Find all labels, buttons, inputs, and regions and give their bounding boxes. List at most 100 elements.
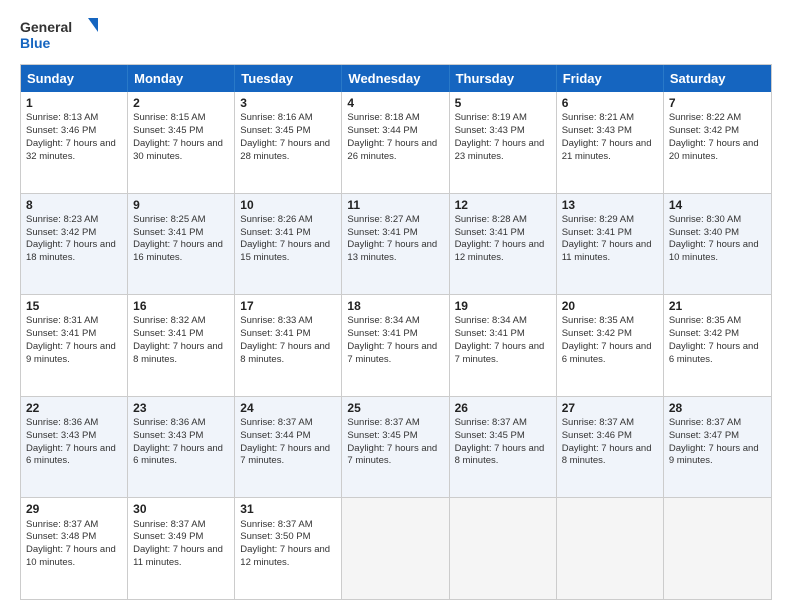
sunrise-text: Sunrise: 8:37 AM [347, 417, 419, 428]
sunrise-text: Sunrise: 8:19 AM [455, 112, 527, 123]
sunset-text: Sunset: 3:42 PM [669, 328, 739, 339]
sunrise-text: Sunrise: 8:23 AM [26, 214, 98, 225]
day-cell-4: 4Sunrise: 8:18 AMSunset: 3:44 PMDaylight… [342, 92, 449, 193]
daylight-text: Daylight: 7 hours and 26 minutes. [347, 138, 437, 162]
day-cell-31: 31Sunrise: 8:37 AMSunset: 3:50 PMDayligh… [235, 498, 342, 599]
sunset-text: Sunset: 3:41 PM [562, 227, 632, 238]
daylight-text: Daylight: 7 hours and 7 minutes. [455, 341, 545, 365]
daylight-text: Daylight: 7 hours and 7 minutes. [347, 341, 437, 365]
sunset-text: Sunset: 3:41 PM [455, 328, 525, 339]
sunset-text: Sunset: 3:43 PM [455, 125, 525, 136]
sunset-text: Sunset: 3:43 PM [26, 430, 96, 441]
sunrise-text: Sunrise: 8:37 AM [133, 519, 205, 530]
calendar-row-1: 1Sunrise: 8:13 AMSunset: 3:46 PMDaylight… [21, 92, 771, 193]
day-cell-27: 27Sunrise: 8:37 AMSunset: 3:46 PMDayligh… [557, 397, 664, 498]
daylight-text: Daylight: 7 hours and 10 minutes. [26, 544, 116, 568]
sunrise-text: Sunrise: 8:16 AM [240, 112, 312, 123]
day-number: 10 [240, 197, 336, 213]
day-cell-5: 5Sunrise: 8:19 AMSunset: 3:43 PMDaylight… [450, 92, 557, 193]
sunrise-text: Sunrise: 8:37 AM [240, 519, 312, 530]
sunrise-text: Sunrise: 8:22 AM [669, 112, 741, 123]
sunset-text: Sunset: 3:46 PM [562, 430, 632, 441]
day-number: 13 [562, 197, 658, 213]
day-cell-25: 25Sunrise: 8:37 AM Sunset: 3:45 PM Dayligh… [342, 397, 449, 498]
calendar-header: SundayMondayTuesdayWednesdayThursdayFrid… [21, 65, 771, 92]
sunset-text: Sunset: 3:43 PM [562, 125, 632, 136]
sunrise-text: Sunrise: 8:35 AM [669, 315, 741, 326]
svg-text:Blue: Blue [20, 35, 51, 51]
day-cell-14: 14Sunrise: 8:30 AMSunset: 3:40 PMDayligh… [664, 194, 771, 295]
sunrise-text: Sunrise: 8:34 AM [455, 315, 527, 326]
day-cell-22: 22Sunrise: 8:36 AMSunset: 3:43 PMDayligh… [21, 397, 128, 498]
weekday-header-wednesday: Wednesday [342, 65, 449, 92]
weekday-header-sunday: Sunday [21, 65, 128, 92]
day-cell-21: 21Sunrise: 8:35 AMSunset: 3:42 PMDayligh… [664, 295, 771, 396]
day-cell-15: 15Sunrise: 8:31 AMSunset: 3:41 PMDayligh… [21, 295, 128, 396]
day-number: 30 [133, 501, 229, 517]
sunset-text: Sunset: 3:49 PM [133, 531, 203, 542]
sunrise-text: Sunrise: 8:27 AM [347, 214, 419, 225]
daylight-text: Daylight: 7 hours and 32 minutes. [26, 138, 116, 162]
weekday-header-friday: Friday [557, 65, 664, 92]
sunset-text: Sunset: 3:40 PM [669, 227, 739, 238]
day-number: 26 [455, 400, 551, 416]
calendar-row-5: 29Sunrise: 8:37 AMSunset: 3:48 PMDayligh… [21, 497, 771, 599]
day-cell-6: 6Sunrise: 8:21 AMSunset: 3:43 PMDaylight… [557, 92, 664, 193]
logo: General Blue [20, 16, 100, 54]
sunrise-text: Sunrise: 8:37 AM [669, 417, 741, 428]
day-cell-23: 23Sunrise: 8:36 AMSunset: 3:43 PMDayligh… [128, 397, 235, 498]
sunset-text: Sunset: 3:41 PM [240, 227, 310, 238]
daylight-text: Daylight: 7 hours and 18 minutes. [26, 239, 116, 263]
day-cell-30: 30 Sunrise: 8:37 AMSunset: 3:49 PM Dayligh… [128, 498, 235, 599]
day-number: 5 [455, 95, 551, 111]
sunrise-text: Sunrise: 8:25 AM [133, 214, 205, 225]
calendar-row-4: 22Sunrise: 8:36 AMSunset: 3:43 PMDayligh… [21, 396, 771, 498]
day-number: 15 [26, 298, 122, 314]
sunrise-text: Sunrise: 8:30 AM [669, 214, 741, 225]
empty-cell [664, 498, 771, 599]
daylight-text: Daylight: 7 hours and 11 minutes. [133, 544, 223, 568]
sunrise-text: Sunrise: 8:36 AM [26, 417, 98, 428]
daylight-text: Daylight: 7 hours and 12 minutes. [455, 239, 545, 263]
daylight-text: Daylight: 7 hours and 8 minutes. [455, 443, 545, 467]
sunrise-text: Sunrise: 8:35 AM [562, 315, 634, 326]
sunrise-text: Sunrise: 8:13 AM [26, 112, 98, 123]
day-cell-7: 7Sunrise: 8:22 AMSunset: 3:42 PMDaylight… [664, 92, 771, 193]
sunrise-text: Sunrise: 8:21 AM [562, 112, 634, 123]
sunset-text: Sunset: 3:42 PM [669, 125, 739, 136]
sunset-text: Sunset: 3:50 PM [240, 531, 310, 542]
sunrise-text: Sunrise: 8:28 AM [455, 214, 527, 225]
day-number: 9 [133, 197, 229, 213]
daylight-text: Daylight: 7 hours and 20 minutes. [669, 138, 759, 162]
day-number: 25 [347, 400, 443, 416]
day-cell-18: 18Sunrise: 8:34 AMSunset: 3:41 PMDayligh… [342, 295, 449, 396]
empty-cell [557, 498, 664, 599]
calendar-row-2: 8Sunrise: 8:23 AMSunset: 3:42 PMDaylight… [21, 193, 771, 295]
day-number: 19 [455, 298, 551, 314]
sunrise-text: Sunrise: 8:37 AM [455, 417, 527, 428]
day-number: 17 [240, 298, 336, 314]
daylight-text: Daylight: 7 hours and 30 minutes. [133, 138, 223, 162]
sunrise-text: Sunrise: 8:33 AM [240, 315, 312, 326]
daylight-text: Daylight: 7 hours and 12 minutes. [240, 544, 330, 568]
day-number: 23 [133, 400, 229, 416]
sunrise-text: Sunrise: 8:37 AM [26, 519, 98, 530]
sunrise-text: Sunrise: 8:15 AM [133, 112, 205, 123]
sunrise-text: Sunrise: 8:34 AM [347, 315, 419, 326]
sunset-text: Sunset: 3:41 PM [133, 328, 203, 339]
daylight-text: Daylight: 7 hours and 11 minutes. [562, 239, 652, 263]
day-number: 21 [669, 298, 766, 314]
svg-text:General: General [20, 19, 72, 35]
sunset-text: Sunset: 3:45 PM [347, 430, 417, 441]
day-number: 29 [26, 501, 122, 517]
day-cell-12: 12Sunrise: 8:28 AMSunset: 3:41 PMDayligh… [450, 194, 557, 295]
daylight-text: Daylight: 7 hours and 13 minutes. [347, 239, 437, 263]
daylight-text: Daylight: 7 hours and 7 minutes. [347, 443, 437, 467]
day-number: 20 [562, 298, 658, 314]
daylight-text: Daylight: 7 hours and 15 minutes. [240, 239, 330, 263]
sunset-text: Sunset: 3:41 PM [347, 227, 417, 238]
daylight-text: Daylight: 7 hours and 8 minutes. [133, 341, 223, 365]
day-cell-26: 26Sunrise: 8:37 AMSunset: 3:45 PMDayligh… [450, 397, 557, 498]
daylight-text: Daylight: 7 hours and 6 minutes. [26, 443, 116, 467]
day-cell-16: 16Sunrise: 8:32 AMSunset: 3:41 PMDayligh… [128, 295, 235, 396]
